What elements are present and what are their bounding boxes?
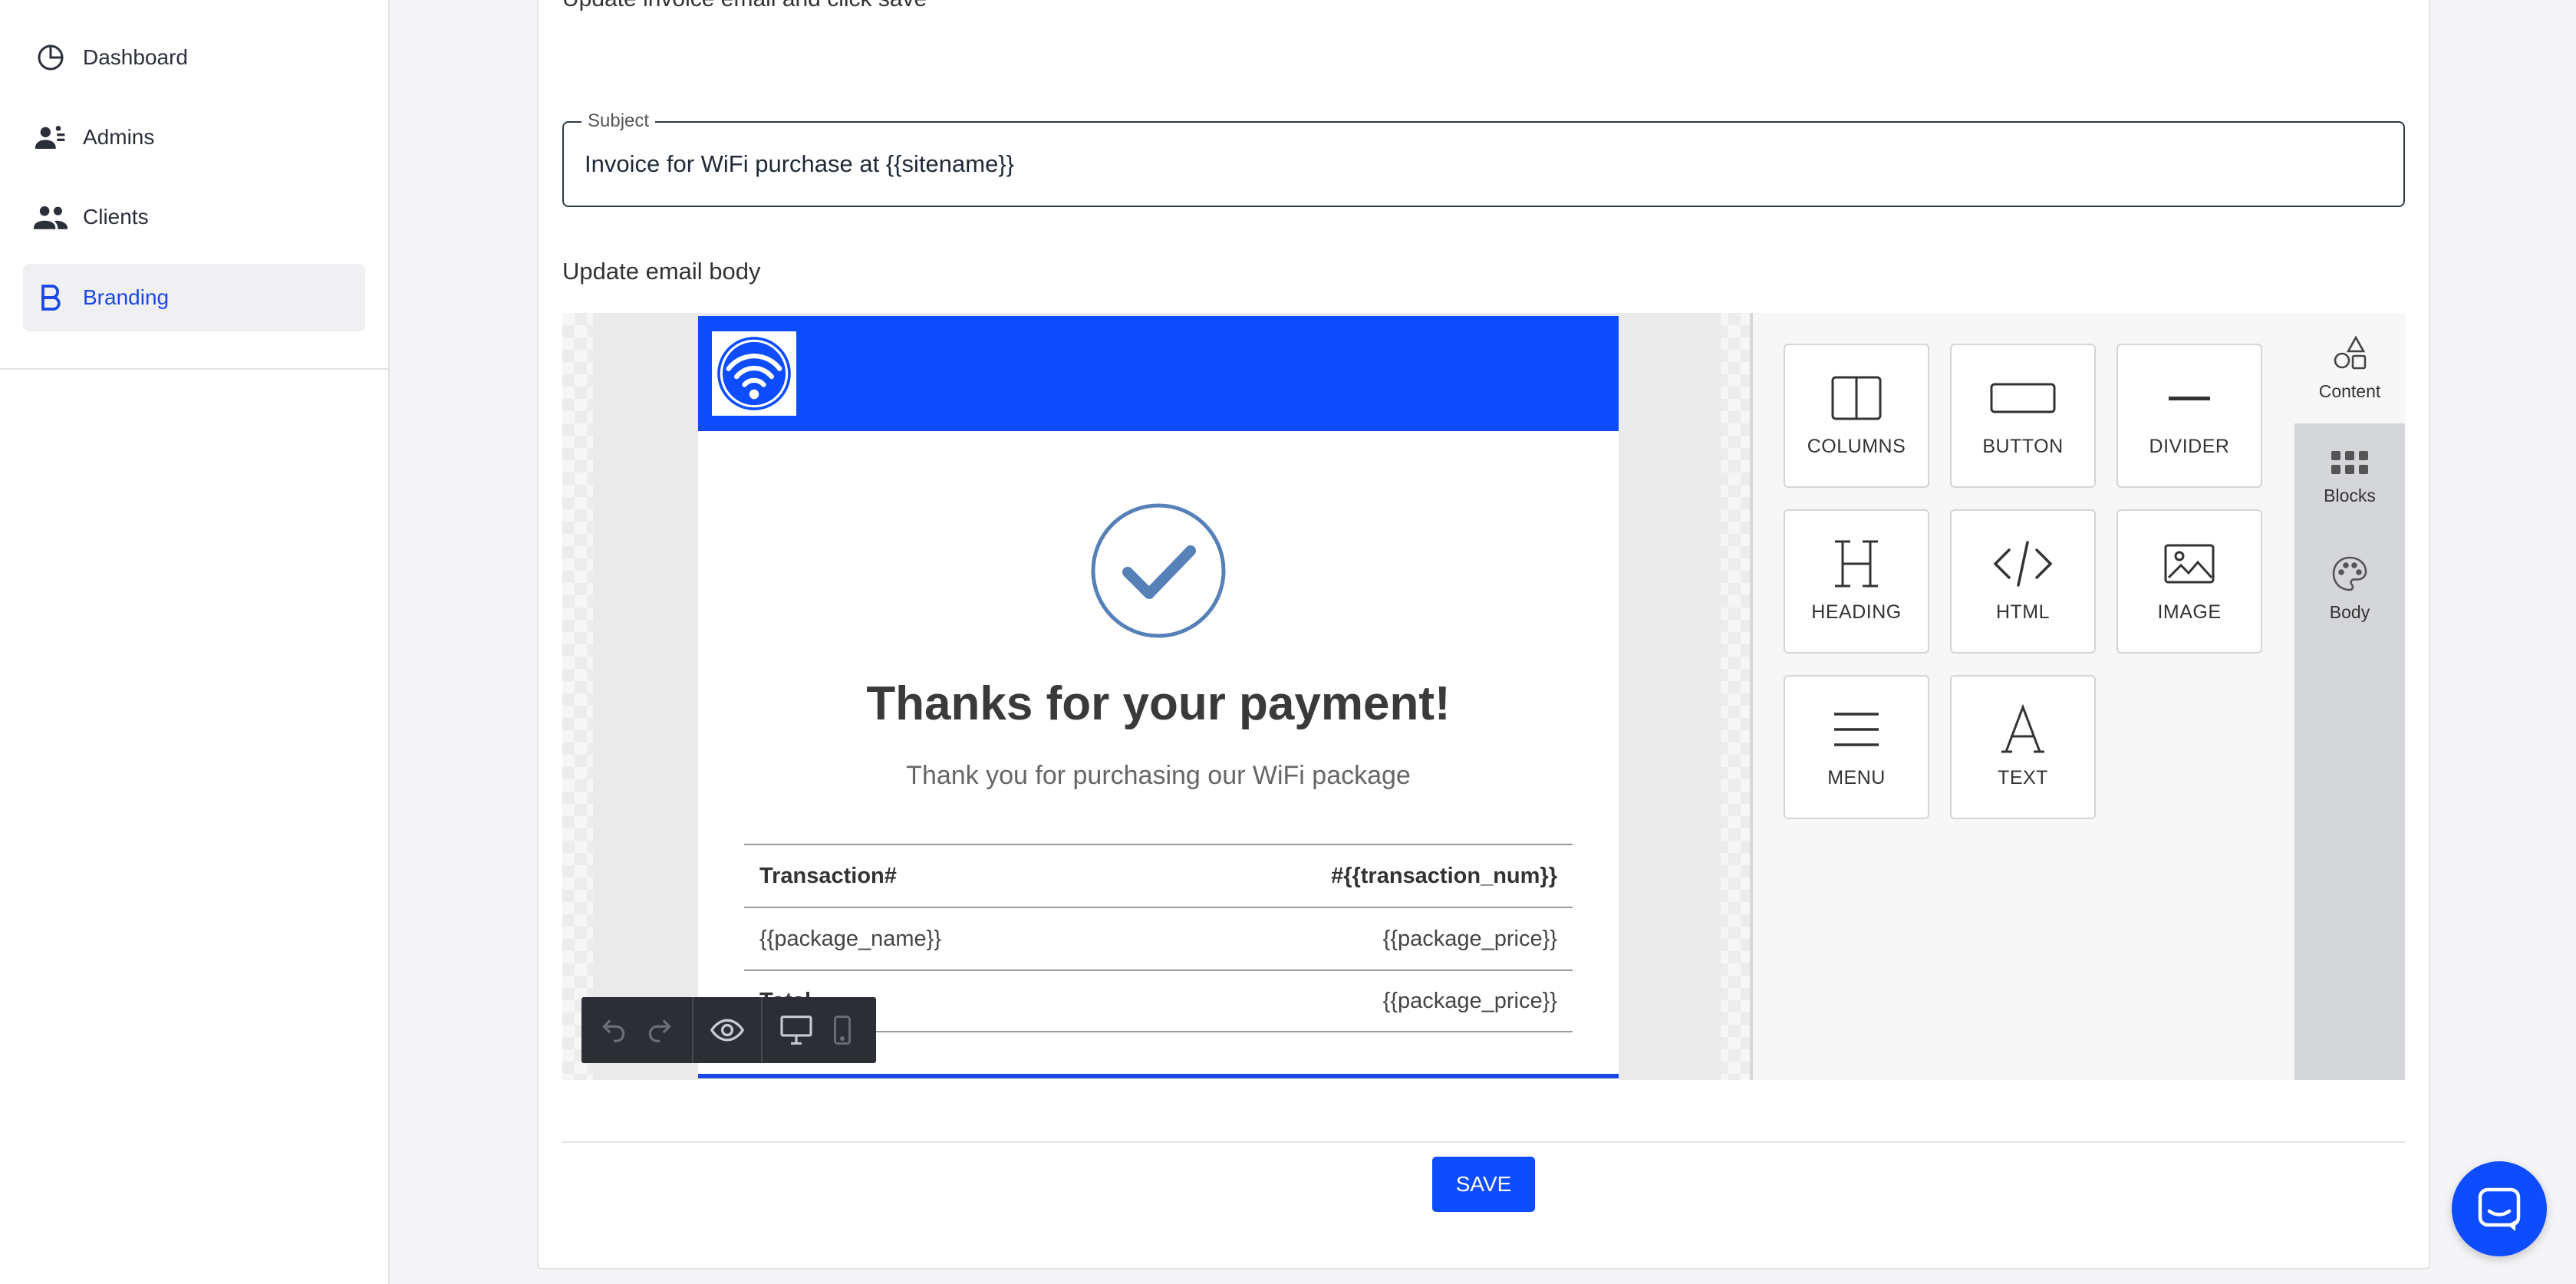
heading-icon [1833,537,1879,591]
admins-icon [34,120,68,154]
sidebar-item-clients[interactable]: Clients [23,183,365,251]
tool-columns[interactable]: COLUMNS [1784,344,1929,488]
eye-icon[interactable] [704,997,750,1063]
sidebar-item-label: Clients [83,205,149,229]
table-cell: {{package_price}} [1382,926,1557,951]
menu-icon [1833,703,1880,756]
sidebar-item-label: Branding [83,285,170,309]
sidebar-item-branding[interactable]: Branding [23,264,365,331]
tool-button[interactable]: BUTTON [1950,344,2096,488]
clients-icon [34,200,68,234]
divider-icon [2169,371,2210,425]
tool-divider[interactable]: DIVIDER [2116,344,2262,488]
email-header[interactable] [698,316,1619,431]
tool-html[interactable]: HTML [1950,509,2096,654]
sidebar: Dashboard Admins Clients Branding [0,0,390,1284]
tool-label: BUTTON [1982,436,2064,457]
branding-icon [34,281,68,314]
editor-toolbar [581,997,876,1063]
tool-label: MENU [1827,767,1886,789]
save-button[interactable]: SAVE [1432,1157,1535,1212]
email-body-label: Update email body [562,258,761,285]
content-panel: COLUMNS BUTTON DIVIDER HEADING HTML IMAG… [1753,313,2294,1080]
table-row: Transaction# #{{transaction_num}} [744,844,1573,907]
email-preview[interactable]: Thanks for your payment! Thank you for p… [698,316,1619,1080]
image-icon [2164,537,2215,591]
tool-text[interactable]: TEXT [1950,675,2096,819]
editor-canvas: Thanks for your payment! Thank you for p… [562,313,1750,1080]
tool-heading[interactable]: HEADING [1784,509,1929,654]
subject-label: Subject [581,110,656,132]
grid-icon [2331,451,2368,479]
selection-line [698,1074,1619,1078]
tab-label: Blocks [2324,486,2376,505]
sidebar-item-label: Admins [83,125,155,149]
table-cell: #{{transaction_num}} [1331,863,1557,888]
sidebar-divider [0,368,388,370]
page-instruction: Update invoice email and click save [562,0,927,12]
footer-divider [562,1141,2405,1143]
sidebar-item-dashboard[interactable]: Dashboard [23,24,365,91]
columns-icon [1831,371,1882,425]
shapes-icon [2331,334,2368,375]
preview-group [693,997,763,1063]
palette-icon [2331,555,2368,596]
table-cell: {{package_price}} [1382,988,1557,1013]
check-circle-icon [1089,502,1227,640]
tool-menu[interactable]: MENU [1784,675,1929,819]
tool-label: HEADING [1811,601,1902,623]
sidebar-item-label: Dashboard [83,45,188,69]
text-icon [2001,703,2044,756]
tab-body[interactable]: Body [2294,534,2405,644]
tool-image[interactable]: IMAGE [2116,509,2262,654]
tab-label: Body [2329,602,2370,622]
tool-label: DIVIDER [2149,436,2230,457]
tab-content[interactable]: Content [2294,313,2405,423]
email-subtitle[interactable]: Thank you for purchasing our WiFi packag… [698,761,1619,791]
button-icon [1990,371,2056,425]
table-row: {{package_name}} {{package_price}} [744,907,1573,970]
history-group [581,997,693,1063]
tab-label: Content [2318,381,2381,401]
desktop-icon[interactable] [773,997,819,1063]
undo-icon[interactable] [591,997,637,1063]
redo-icon[interactable] [637,997,683,1063]
pie-chart-icon [34,41,68,74]
mobile-icon[interactable] [819,997,865,1063]
email-editor: Thanks for your payment! Thank you for p… [562,313,2405,1080]
wifi-logo-icon[interactable] [712,331,796,416]
tool-label: TEXT [1998,767,2048,789]
subject-value[interactable]: Invoice for WiFi purchase at {{sitename}… [585,150,1014,178]
tab-blocks[interactable]: Blocks [2294,423,2405,534]
chat-launcher-icon[interactable] [2452,1161,2547,1256]
table-cell: Transaction# [759,863,897,888]
tool-label: COLUMNS [1807,436,1906,457]
device-group [763,997,876,1063]
email-title[interactable]: Thanks for your payment! [698,677,1619,731]
tool-label: HTML [1995,601,2051,623]
html-code-icon [1992,537,2054,591]
tool-label: IMAGE [2157,601,2222,623]
editor-tabs: Content Blocks Body [2294,313,2405,1080]
sidebar-item-admins[interactable]: Admins [23,104,365,171]
table-cell: {{package_name}} [759,926,942,951]
